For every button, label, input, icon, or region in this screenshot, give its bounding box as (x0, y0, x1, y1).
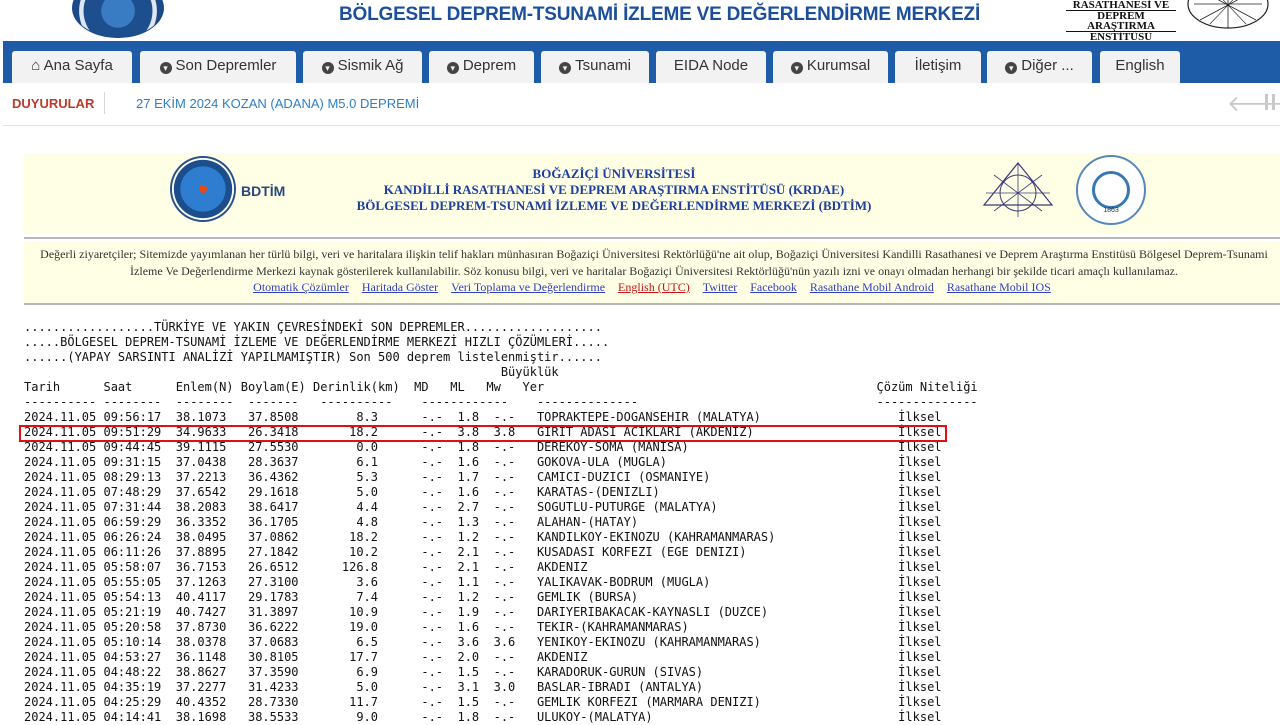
tab-iletisim[interactable]: İletişim (895, 51, 981, 83)
table-row: 2024.11.05 06:26:24 38.0495 37.0862 18.2… (24, 530, 942, 544)
table-row: 2024.11.05 07:48:29 37.6542 29.1618 5.0 … (24, 485, 942, 499)
announcements-bar: DUYURULAR 27 EKİM 2024 KOZAN (ADANA) M5.… (3, 83, 1280, 126)
tab-label: English (1115, 57, 1165, 74)
link-otomatik-cozumler[interactable]: Otomatik Çözümler (253, 280, 349, 294)
notice-text: Değerli ziyaretçiler; Sitemizde yayımlan… (40, 247, 1268, 278)
rasathane-line-2: DEPREM ARAŞTIRMA (1066, 11, 1176, 32)
table-row: 2024.11.05 04:53:27 36.1148 30.8105 17.7… (24, 650, 942, 664)
kandilli-logo-icon[interactable] (1186, 0, 1270, 30)
list-intro-line: ......(YAPAY SARSINTI ANALİZİ YAPILMAMIŞ… (24, 350, 602, 364)
tab-label: Kurumsal (806, 57, 871, 74)
tab-english[interactable]: English (1100, 51, 1180, 83)
seal-year: 1863 (1103, 207, 1119, 214)
tab-label: Tsunami (575, 57, 631, 74)
table-row: 2024.11.05 05:21:19 40.7427 31.3897 10.9… (24, 605, 942, 619)
list-intro-line: .....BÖLGESEL DEPREM-TSUNAMİ İZLEME VE D… (24, 335, 610, 349)
chevron-circle-icon: ▾ (159, 62, 172, 74)
chevron-circle-icon: ▾ (790, 62, 803, 74)
bdtim-wordmark: BDTİM (241, 183, 286, 199)
table-row: 2024.11.05 05:20:58 37.8730 36.6222 19.0… (24, 620, 942, 634)
table-row: 2024.11.05 05:54:13 40.4117 29.1783 7.4 … (24, 590, 942, 604)
tab-ana-sayfa[interactable]: ⌂ Ana Sayfa (12, 51, 132, 83)
tab-label: Diğer ... (1021, 57, 1074, 74)
chevron-circle-icon: ▾ (321, 62, 334, 74)
tab-label: Ana Sayfa (43, 57, 113, 74)
divider (104, 92, 105, 114)
table-row: 2024.11.05 06:11:26 37.8895 27.1842 10.2… (24, 545, 942, 559)
tab-label: Son Depremler (175, 57, 277, 74)
tab-tsunami[interactable]: ▾ Tsunami (541, 51, 649, 83)
column-header: Tarih Saat Enlem(N) Boylam(E) Derinlik(k… (24, 380, 978, 394)
tab-sismik-ag[interactable]: ▾ Sismik Ağ (303, 51, 422, 83)
seal-inner-ring (1092, 171, 1130, 209)
institution-line-2: KANDİLLİ RASATHANESİ VE DEPREM ARAŞTIRMA… (383, 182, 845, 197)
table-row: 2024.11.05 09:31:15 37.0438 28.3637 6.1 … (24, 455, 942, 469)
chevron-circle-icon: ▾ (559, 62, 572, 74)
highlight-box (19, 425, 947, 442)
bogazici-seal-icon: 1863 (1076, 155, 1146, 225)
divider (24, 303, 1280, 305)
top-header: BÖLGESEL DEPREM-TSUNAMİ İZLEME VE DEĞERL… (0, 0, 1280, 43)
institution-line-1: BOĞAZİÇİ ÜNİVERSİTESİ (532, 166, 696, 181)
header-divider: ---------- -------- -------- ------- ---… (24, 395, 978, 409)
link-mobile-android[interactable]: Rasathane Mobil Android (810, 280, 934, 294)
tab-label: Deprem (462, 57, 517, 74)
link-facebook[interactable]: Facebook (750, 280, 797, 294)
pause-icon[interactable] (1265, 94, 1279, 112)
link-english-utc[interactable]: English (UTC) (618, 280, 690, 294)
table-row: 2024.11.05 06:59:29 36.3352 36.1705 4.8 … (24, 515, 942, 529)
chevron-circle-icon: ▾ (446, 62, 459, 74)
table-row: 2024.11.05 04:14:41 38.1698 38.5533 9.0 … (24, 710, 942, 724)
table-row: 2024.11.05 04:48:22 38.8627 37.3590 6.9 … (24, 665, 942, 679)
earthquake-list: ..................TÜRKİYE VE YAKIN ÇEVRE… (24, 320, 978, 725)
link-twitter[interactable]: Twitter (703, 280, 737, 294)
magnitude-header: Büyüklük (24, 365, 559, 379)
tab-diger[interactable]: ▾ Diğer ... (987, 51, 1092, 83)
tab-son-depremler[interactable]: ▾ Son Depremler (140, 51, 296, 83)
link-veri-toplama[interactable]: Veri Toplama ve Değerlendirme (451, 280, 605, 294)
tab-label: Sismik Ağ (337, 57, 404, 74)
copyright-notice: Değerli ziyaretçiler; Sitemizde yayımlan… (24, 241, 1280, 303)
table-row: 2024.11.05 08:29:13 37.2213 36.4362 5.3 … (24, 470, 942, 484)
table-row: 2024.11.05 05:10:14 38.0378 37.0683 6.5 … (24, 635, 942, 649)
table-row: 2024.11.05 04:35:19 37.2277 31.4233 5.0 … (24, 680, 942, 694)
table-row: 2024.11.05 07:31:44 38.2083 38.6417 4.4 … (24, 500, 942, 514)
tab-label: EIDA Node (673, 57, 749, 74)
tab-deprem[interactable]: ▾ Deprem (429, 51, 534, 83)
quick-links: Otomatik Çözümler Haritada Göster Veri T… (24, 280, 1280, 295)
bdtim-seal-icon (170, 156, 236, 222)
announcements-label: DUYURULAR (12, 96, 95, 111)
list-intro-line: ..................TÜRKİYE VE YAKIN ÇEVRE… (24, 320, 602, 334)
announcement-link[interactable]: 27 EKİM 2024 KOZAN (ADANA) M5.0 DEPREMİ (136, 96, 419, 111)
site-title: BÖLGESEL DEPREM-TSUNAMİ İZLEME VE DEĞERL… (339, 4, 981, 25)
chevron-circle-icon: ▾ (1005, 62, 1018, 74)
bdtim-logo-icon[interactable] (72, 0, 164, 38)
tab-kurumsal[interactable]: ▾ Kurumsal (773, 51, 888, 83)
table-row: 2024.11.05 09:44:45 39.1115 27.5530 0.0 … (24, 440, 942, 454)
table-row: 2024.11.05 04:25:29 40.4352 28.7330 11.7… (24, 695, 942, 709)
table-row: 2024.11.05 09:56:17 38.1073 37.8508 8.3 … (24, 410, 942, 424)
tab-label: İletişim (914, 57, 962, 74)
rasathane-wordmark: RASATHANESİ VE DEPREM ARAŞTIRMA ENSTİTÜS… (1066, 0, 1176, 43)
institution-line-3: BÖLGESEL DEPREM-TSUNAMİ İZLEME VE DEĞERL… (356, 198, 872, 213)
divider (24, 237, 1280, 239)
main-nav: ⌂ Ana Sayfa ▾ Son Depremler ▾ Sismik Ağ ▾ D… (3, 41, 1280, 83)
tab-eida-node[interactable]: EIDA Node (656, 51, 766, 83)
kandilli-emblem-icon (982, 162, 1054, 217)
table-row: 2024.11.05 05:58:07 36.7153 26.6512 126.… (24, 560, 942, 574)
home-icon: ⌂ (31, 57, 44, 74)
institution-title: BOĞAZİÇİ ÜNİVERSİTESİ KANDİLLİ RASATHANE… (324, 166, 904, 214)
institution-header: BDTİM BOĞAZİÇİ ÜNİVERSİTESİ KANDİLLİ RAS… (24, 153, 1280, 234)
link-mobile-ios[interactable]: Rasathane Mobil IOS (947, 280, 1051, 294)
link-haritada-goster[interactable]: Haritada Göster (362, 280, 438, 294)
table-row: 2024.11.05 05:55:05 37.1263 27.3100 3.6 … (24, 575, 942, 589)
